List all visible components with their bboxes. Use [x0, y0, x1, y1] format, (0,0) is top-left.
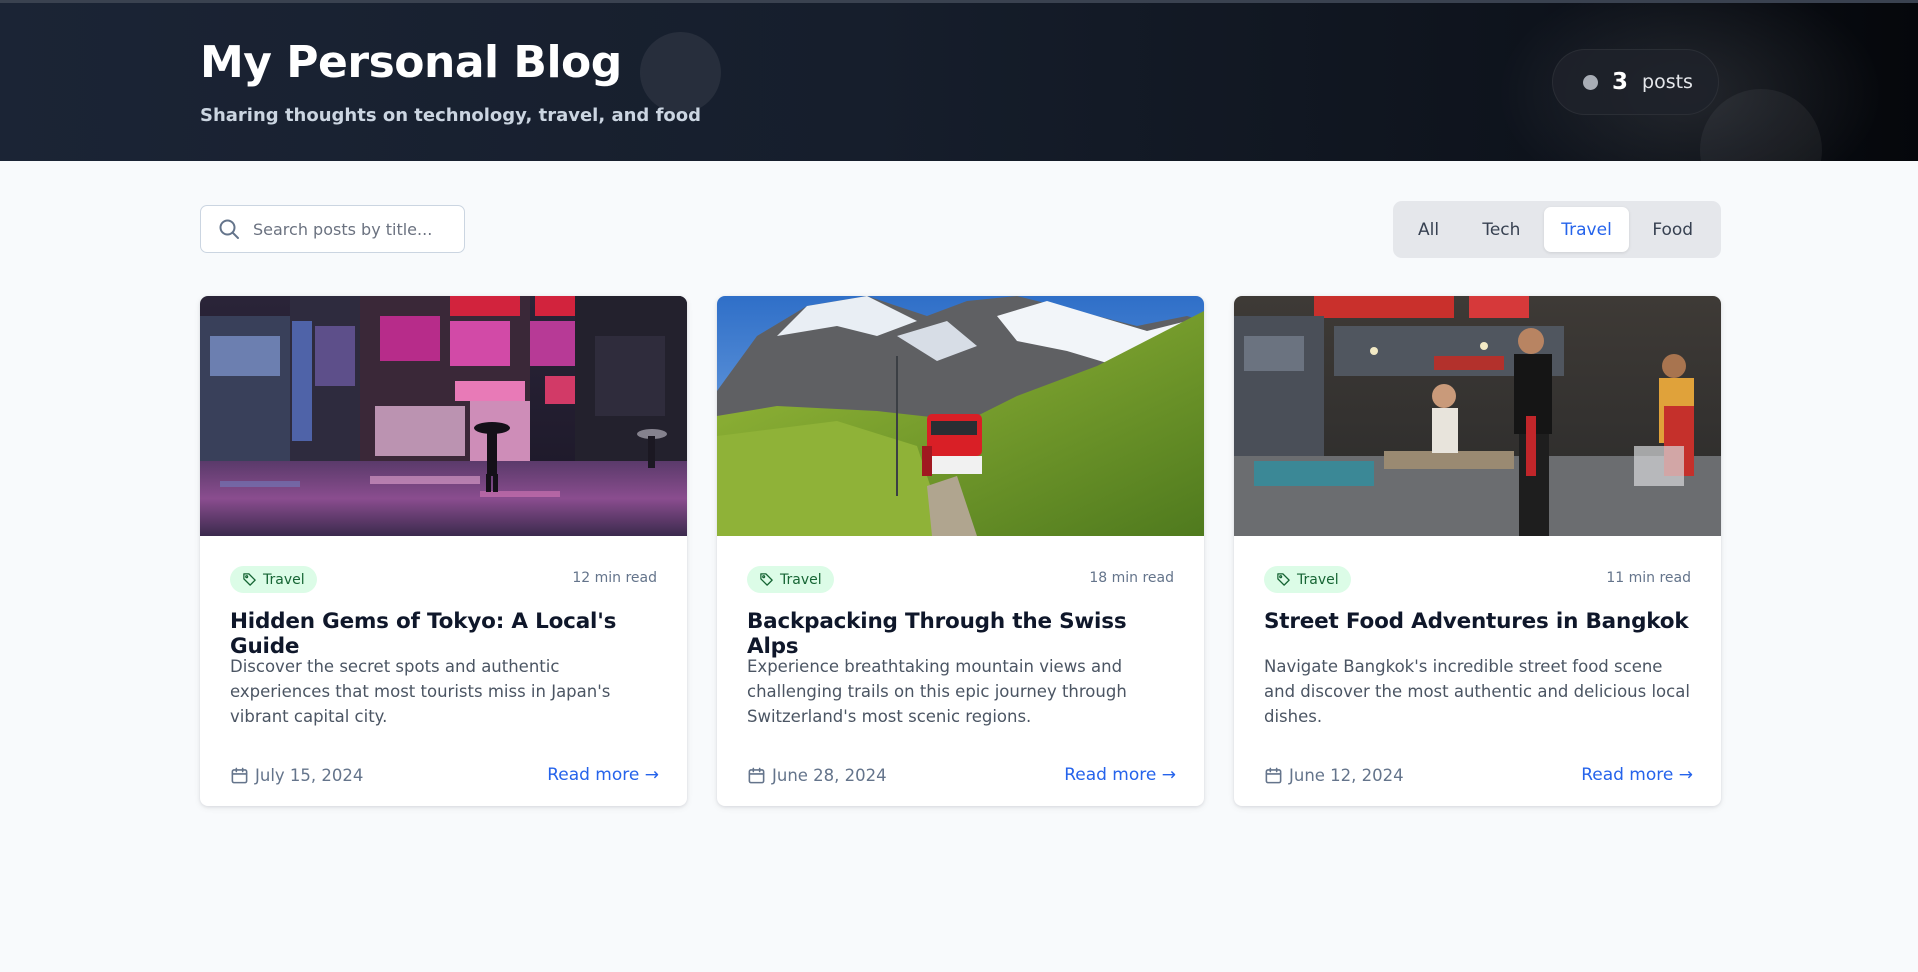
page-subtitle: Sharing thoughts on technology, travel, …	[200, 105, 702, 126]
search-icon	[219, 219, 239, 239]
calendar-icon	[231, 767, 248, 783]
tag-icon	[760, 573, 773, 586]
category-tag-label: Travel	[263, 571, 305, 588]
post-image[interactable]	[200, 296, 687, 536]
post-card-body: Travel 18 min read Backpacking Through t…	[717, 536, 1204, 806]
post-excerpt: Discover the secret spots and authentic …	[230, 657, 611, 726]
post-footer: June 28, 2024 Read more →	[747, 762, 1176, 788]
post-image[interactable]	[717, 296, 1204, 536]
neon-street-photo	[200, 296, 687, 536]
street-food-stall-photo	[1234, 296, 1721, 536]
tag-icon	[1277, 573, 1290, 586]
page-title: My Personal Blog	[200, 37, 622, 88]
category-tag-label: Travel	[1297, 571, 1339, 588]
read-time: 18 min read	[1089, 570, 1174, 586]
post-date: July 15, 2024	[230, 766, 363, 785]
category-tag[interactable]: Travel	[230, 566, 317, 593]
read-time: 12 min read	[572, 570, 657, 586]
post-title[interactable]: Street Food Adventures in Bangkok	[1264, 609, 1701, 634]
calendar-icon	[748, 767, 765, 783]
read-more-link[interactable]: Read more →	[1581, 765, 1693, 785]
post-title[interactable]: Backpacking Through the Swiss Alps	[747, 609, 1184, 659]
post-excerpt: Experience breathtaking mountain views a…	[747, 657, 1127, 726]
search-input[interactable]	[253, 219, 453, 239]
mountain-train-photo	[717, 296, 1204, 536]
posts-label: posts	[1642, 71, 1693, 93]
tab-all[interactable]: All	[1398, 207, 1459, 252]
post-date-text: June 12, 2024	[1289, 765, 1404, 785]
category-tag-label: Travel	[780, 571, 822, 588]
post-image[interactable]	[1234, 296, 1721, 536]
tag-icon	[243, 573, 256, 586]
tab-food[interactable]: Food	[1629, 207, 1716, 252]
category-tag[interactable]: Travel	[747, 566, 834, 593]
post-card-body: Travel 11 min read Street Food Adventure…	[1234, 536, 1721, 806]
posts-count: 3	[1612, 69, 1629, 95]
header-decor-circle	[640, 32, 721, 113]
read-more-link[interactable]: Read more →	[547, 765, 659, 785]
post-excerpt: Navigate Bangkok's incredible street foo…	[1264, 657, 1690, 726]
posts-count-badge: 3 posts	[1552, 49, 1719, 115]
post-date: June 28, 2024	[747, 766, 887, 785]
read-time: 11 min read	[1606, 570, 1691, 586]
post-date-text: June 28, 2024	[772, 765, 887, 785]
calendar-icon	[1265, 767, 1282, 783]
post-card-body: Travel 12 min read Hidden Gems of Tokyo:…	[200, 536, 687, 806]
search-box[interactable]	[200, 205, 465, 253]
post-card[interactable]: Travel 12 min read Hidden Gems of Tokyo:…	[200, 296, 687, 806]
category-filter-tabs: All Tech Travel Food	[1393, 201, 1721, 258]
posts-grid: Travel 12 min read Hidden Gems of Tokyo:…	[200, 296, 1721, 806]
post-date-text: July 15, 2024	[255, 765, 364, 785]
post-title[interactable]: Hidden Gems of Tokyo: A Local's Guide	[230, 609, 667, 659]
post-card[interactable]: Travel 11 min read Street Food Adventure…	[1234, 296, 1721, 806]
post-footer: July 15, 2024 Read more →	[230, 762, 659, 788]
category-tag[interactable]: Travel	[1264, 566, 1351, 593]
tab-tech[interactable]: Tech	[1459, 207, 1544, 252]
post-footer: June 12, 2024 Read more →	[1264, 762, 1693, 788]
read-more-link[interactable]: Read more →	[1064, 765, 1176, 785]
tab-travel[interactable]: Travel	[1543, 207, 1630, 252]
post-card[interactable]: Travel 18 min read Backpacking Through t…	[717, 296, 1204, 806]
status-dot-icon	[1583, 74, 1598, 90]
post-date: June 12, 2024	[1264, 766, 1404, 785]
controls-bar: All Tech Travel Food	[200, 201, 1721, 258]
site-header: My Personal Blog Sharing thoughts on tec…	[0, 0, 1918, 161]
